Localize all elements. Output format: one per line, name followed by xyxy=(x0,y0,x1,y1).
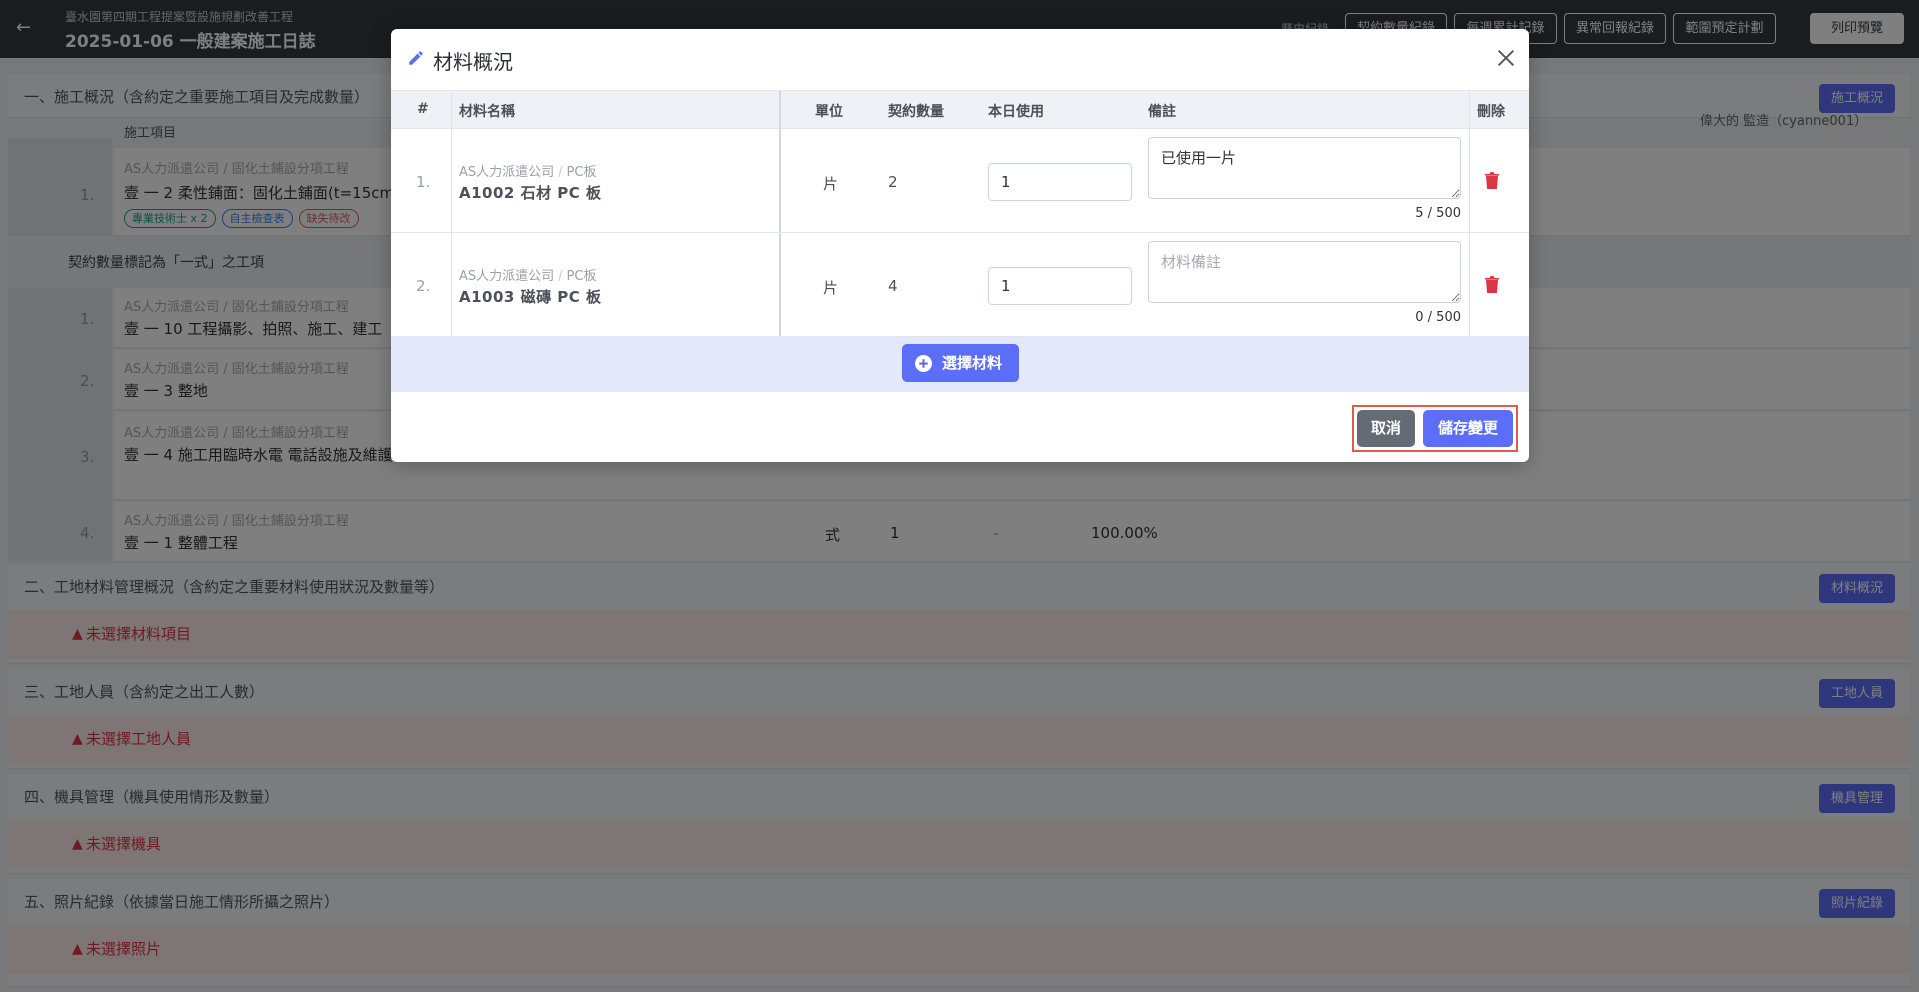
materials-modal: 材料概況 # 材料名稱 單位 契約數量 本日使用 備註 刪除 1. AS人力派遣… xyxy=(391,29,1529,462)
modal-header: 材料概況 xyxy=(391,29,1529,91)
table-row: 1. AS人力派遣公司/PC板 A1002 石材 PC 板 片 2 已使用一片 … xyxy=(391,129,1529,233)
row-contract-qty: 4 xyxy=(888,277,898,295)
row-index: 2. xyxy=(416,277,431,295)
today-use-input[interactable] xyxy=(988,267,1132,305)
save-changes-button[interactable]: 儲存變更 xyxy=(1423,410,1513,447)
row-contract-qty: 2 xyxy=(888,173,898,191)
today-use-input[interactable] xyxy=(988,163,1132,201)
row-vendor: AS人力派遣公司 / PC板 xyxy=(459,269,597,284)
char-counter: 5 / 500 xyxy=(1415,206,1461,221)
pencil-icon xyxy=(409,51,423,65)
table-row: 2. AS人力派遣公司/PC板 A1003 磁磚 PC 板 片 4 0 / 50… xyxy=(391,233,1529,337)
cancel-button[interactable]: 取消 xyxy=(1357,410,1415,447)
row-unit: 片 xyxy=(823,175,839,193)
table-header: # 材料名稱 單位 契約數量 本日使用 備註 刪除 xyxy=(391,91,1529,129)
col-name: 材料名稱 xyxy=(459,104,515,120)
trash-icon[interactable] xyxy=(1485,172,1499,189)
char-counter: 0 / 500 xyxy=(1415,310,1461,325)
note-textarea[interactable] xyxy=(1148,241,1461,303)
note-textarea[interactable]: 已使用一片 xyxy=(1148,137,1461,199)
col-unit: 單位 xyxy=(815,104,843,120)
add-material-bar: 選擇材料 xyxy=(391,337,1529,392)
row-vendor: AS人力派遣公司 / PC板 xyxy=(459,165,597,180)
modal-footer: 取消 儲存變更 xyxy=(391,392,1529,462)
col-index: # xyxy=(417,101,429,117)
trash-icon[interactable] xyxy=(1485,276,1499,293)
col-today-use: 本日使用 xyxy=(988,104,1044,120)
row-unit: 片 xyxy=(823,279,839,297)
material-name: A1003 磁磚 PC 板 xyxy=(459,288,602,306)
row-index: 1. xyxy=(416,173,431,191)
close-icon[interactable] xyxy=(1495,47,1517,69)
material-name: A1002 石材 PC 板 xyxy=(459,184,602,202)
modal-title: 材料概況 xyxy=(433,50,513,74)
select-material-button[interactable]: 選擇材料 xyxy=(902,344,1019,382)
col-note: 備註 xyxy=(1148,104,1176,120)
col-delete: 刪除 xyxy=(1477,104,1505,120)
plus-circle-icon xyxy=(915,355,932,372)
col-contract-qty: 契約數量 xyxy=(888,104,944,120)
